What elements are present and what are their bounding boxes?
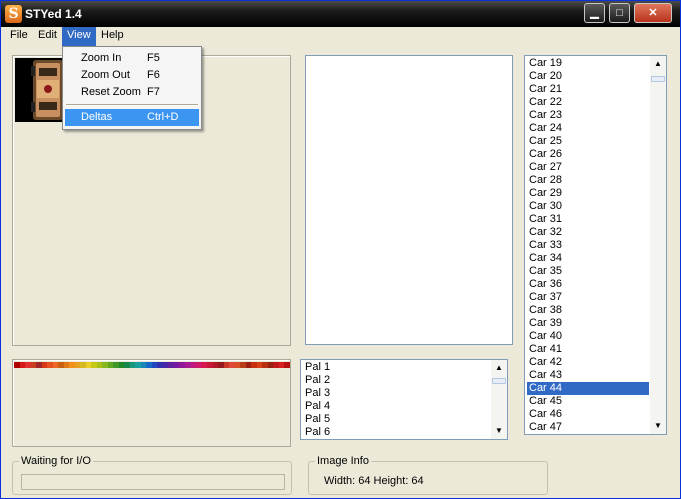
sprite-list-item[interactable]: Car 42 bbox=[527, 356, 649, 369]
sprite-list-item[interactable]: Car 23 bbox=[527, 109, 649, 122]
sprite-list-item[interactable]: Car 37 bbox=[527, 291, 649, 304]
palette-list-item[interactable]: Pal 6 bbox=[303, 426, 489, 439]
sprite-list-scrollbar[interactable]: ▲ ▼ bbox=[650, 56, 666, 434]
status-label: Waiting for I/O bbox=[19, 455, 93, 467]
sprite-list-item[interactable]: Car 20 bbox=[527, 70, 649, 83]
menu-edit[interactable]: Edit bbox=[33, 27, 62, 46]
menu-bar: File Edit View Help bbox=[1, 27, 680, 46]
sprite-list-item[interactable]: Car 39 bbox=[527, 317, 649, 330]
close-button[interactable]: ✕ bbox=[634, 3, 672, 23]
sprite-list-item[interactable]: Car 22 bbox=[527, 96, 649, 109]
sprite-list-item[interactable]: Car 38 bbox=[527, 304, 649, 317]
view-menu-dropdown: Zoom In F5 Zoom Out F6 Reset Zoom F7 Del… bbox=[62, 46, 202, 130]
minimize-button[interactable]: ▁ bbox=[584, 3, 605, 23]
window-title: STYed 1.4 bbox=[25, 7, 82, 21]
sprite-list-item[interactable]: Car 24 bbox=[527, 122, 649, 135]
menu-item-deltas[interactable]: Deltas Ctrl+D bbox=[65, 109, 199, 126]
menu-item-reset-zoom[interactable]: Reset Zoom F7 bbox=[65, 84, 199, 101]
menu-item-zoom-out[interactable]: Zoom Out F6 bbox=[65, 67, 199, 84]
image-info-group: Image Info Width: 64 Height: 64 bbox=[308, 455, 548, 495]
palette-color-swatch[interactable] bbox=[284, 362, 290, 368]
delta-canvas[interactable] bbox=[305, 55, 513, 345]
scroll-down-arrow-icon[interactable]: ▼ bbox=[650, 418, 666, 434]
palette-list-scrollbar[interactable]: ▲ ▼ bbox=[491, 360, 507, 439]
image-dimensions: Width: 64 Height: 64 bbox=[324, 475, 424, 487]
palette-strip[interactable] bbox=[14, 362, 290, 368]
sprite-list-item[interactable]: Car 33 bbox=[527, 239, 649, 252]
sprite-list-item[interactable]: Car 44 bbox=[527, 382, 649, 395]
menu-view[interactable]: View bbox=[62, 27, 96, 46]
scroll-down-arrow-icon[interactable]: ▼ bbox=[491, 423, 507, 439]
scroll-up-arrow-icon[interactable]: ▲ bbox=[491, 360, 507, 376]
scroll-up-arrow-icon[interactable]: ▲ bbox=[650, 56, 666, 72]
sprite-list-item[interactable]: Car 40 bbox=[527, 330, 649, 343]
sprite-list-item[interactable]: Car 35 bbox=[527, 265, 649, 278]
sprite-list-item[interactable]: Car 41 bbox=[527, 343, 649, 356]
palette-list[interactable]: Pal 1 Pal 2 Pal 3 Pal 4 Pal 5 Pal 6 ▲ ▼ bbox=[300, 359, 508, 440]
palette-list-item[interactable]: Pal 3 bbox=[303, 387, 489, 400]
sprite-list-item[interactable]: Car 26 bbox=[527, 148, 649, 161]
sprite-list-item[interactable]: Car 36 bbox=[527, 278, 649, 291]
palette-list-item[interactable]: Pal 4 bbox=[303, 400, 489, 413]
sprite-list-item[interactable]: Car 25 bbox=[527, 135, 649, 148]
menu-help[interactable]: Help bbox=[96, 27, 129, 46]
palette-list-item[interactable]: Pal 5 bbox=[303, 413, 489, 426]
sprite-list-item[interactable]: Car 21 bbox=[527, 83, 649, 96]
sprite-list[interactable]: Car 19 Car 20 Car 21 Car 22 Car 23 Car 24 Car … bbox=[524, 55, 667, 435]
menu-separator bbox=[66, 104, 198, 106]
sprite-list-item[interactable]: Car 32 bbox=[527, 226, 649, 239]
sprite-list-item[interactable]: Car 45 bbox=[527, 395, 649, 408]
maximize-button[interactable]: □ bbox=[609, 3, 630, 23]
sprite-list-item[interactable]: Car 19 bbox=[527, 57, 649, 70]
palette-list-item[interactable]: Pal 2 bbox=[303, 374, 489, 387]
palette-list-item[interactable]: Pal 1 bbox=[303, 361, 489, 374]
sprite-list-item[interactable]: Car 30 bbox=[527, 200, 649, 213]
sprite-list-item[interactable]: Car 31 bbox=[527, 213, 649, 226]
sprite-list-item[interactable]: Car 46 bbox=[527, 408, 649, 421]
sprite-list-item[interactable]: Car 28 bbox=[527, 174, 649, 187]
sprite-list-item[interactable]: Car 27 bbox=[527, 161, 649, 174]
sprite-list-item[interactable]: Car 34 bbox=[527, 252, 649, 265]
scroll-thumb[interactable] bbox=[492, 378, 506, 384]
app-window: S STYed 1.4 ▁ □ ✕ File Edit View Help Pa… bbox=[0, 0, 681, 499]
palette-panel bbox=[12, 359, 291, 447]
status-group: Waiting for I/O bbox=[12, 455, 292, 495]
sprite-thumbnail bbox=[15, 58, 63, 122]
sprite-list-item[interactable]: Car 29 bbox=[527, 187, 649, 200]
io-progress-bar bbox=[21, 474, 285, 490]
title-bar[interactable]: S STYed 1.4 ▁ □ ✕ bbox=[1, 1, 680, 27]
sprite-list-item[interactable]: Car 43 bbox=[527, 369, 649, 382]
image-info-label: Image Info bbox=[315, 455, 371, 467]
scroll-thumb[interactable] bbox=[651, 76, 665, 82]
app-icon: S bbox=[5, 5, 22, 23]
sprite-list-item[interactable]: Car 47 bbox=[527, 421, 649, 434]
menu-item-zoom-in[interactable]: Zoom In F5 bbox=[65, 50, 199, 67]
menu-file[interactable]: File bbox=[5, 27, 33, 46]
